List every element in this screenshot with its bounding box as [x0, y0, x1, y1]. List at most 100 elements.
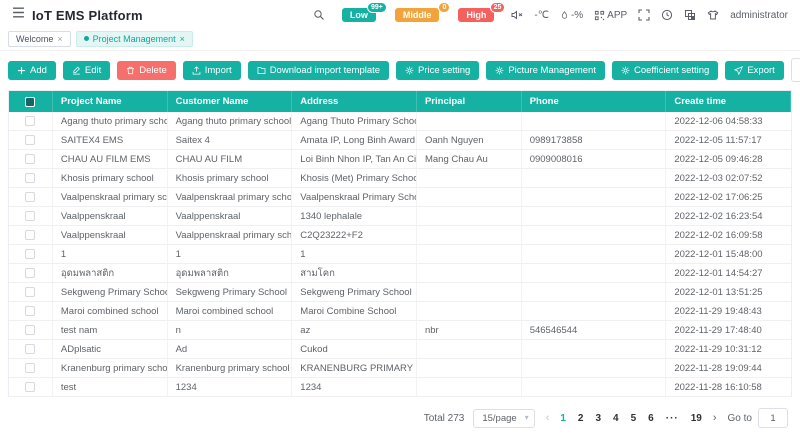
cell: 0909008016: [522, 150, 667, 168]
row-checkbox[interactable]: [25, 211, 35, 221]
user-menu[interactable]: administrator: [730, 10, 788, 21]
chevron-down-icon: ▾: [525, 413, 529, 422]
cell: 2022-12-02 17:06:25: [666, 188, 791, 206]
select-all-checkbox[interactable]: [25, 97, 35, 107]
table-row[interactable]: อุดมพลาสติกอุดมพลาสติกสามโคก2022-12-01 1…: [9, 264, 791, 283]
goto-page-input[interactable]: [758, 408, 788, 428]
page-number-1[interactable]: 1: [560, 413, 566, 424]
page-ellipsis: ···: [666, 413, 679, 424]
row-checkbox[interactable]: [25, 154, 35, 164]
clock-icon[interactable]: [661, 9, 673, 21]
close-icon[interactable]: ×: [180, 34, 185, 44]
cell: Mang Chau Au: [417, 150, 522, 168]
row-checkbox[interactable]: [25, 382, 35, 392]
fullscreen-icon[interactable]: [638, 9, 650, 21]
row-checkbox[interactable]: [25, 116, 35, 126]
prev-page-button[interactable]: ‹: [544, 412, 552, 424]
table-row[interactable]: SAITEX4 EMSSaitex 4Amata IP, Long Binh A…: [9, 131, 791, 150]
theme-shirt-icon[interactable]: [707, 9, 719, 21]
alarm-badge-low[interactable]: Low 99+: [342, 8, 376, 22]
cell: Vaalppenskraal primary school: [168, 226, 293, 244]
row-checkbox[interactable]: [25, 363, 35, 373]
delete-button[interactable]: Delete: [117, 61, 175, 80]
table-row[interactable]: Vaalpenskraal primary schoolVaalpenskraa…: [9, 188, 791, 207]
table-row[interactable]: CHAU AU FILM EMSCHAU AU FILMLoi Binh Nho…: [9, 150, 791, 169]
cell: [417, 340, 522, 358]
close-icon[interactable]: ×: [57, 34, 62, 44]
table-row[interactable]: Agang thuto primary schoolAgang thuto pr…: [9, 112, 791, 131]
gear-icon: [621, 66, 630, 75]
edit-button[interactable]: Edit: [63, 61, 110, 80]
tab-welcome[interactable]: Welcome ×: [8, 31, 71, 47]
copy-docs-icon[interactable]: [684, 9, 696, 21]
cell: 1: [53, 245, 168, 263]
picture-management-button[interactable]: Picture Management: [486, 61, 605, 80]
temperature-indicator[interactable]: -℃: [534, 10, 549, 21]
search-box: [791, 58, 800, 82]
row-checkbox[interactable]: [25, 306, 35, 316]
row-checkbox[interactable]: [25, 173, 35, 183]
price-setting-button[interactable]: Price setting: [396, 61, 479, 80]
table-row[interactable]: Khosis primary schoolKhosis primary scho…: [9, 169, 791, 188]
row-checkbox[interactable]: [25, 192, 35, 202]
cell: 1340 lephalale: [292, 207, 417, 225]
page-number-19[interactable]: 19: [691, 413, 702, 424]
page-number-3[interactable]: 3: [595, 413, 601, 424]
table-header-row: Project NameCustomer NameAddressPrincipa…: [9, 91, 791, 112]
alarm-badge-middle[interactable]: Middle 0: [395, 8, 440, 22]
page-number-6[interactable]: 6: [648, 413, 654, 424]
row-checkbox[interactable]: [25, 344, 35, 354]
table-row[interactable]: VaalppenskraalVaalppenskraal1340 lephala…: [9, 207, 791, 226]
cell: สามโคก: [292, 264, 417, 282]
tags-view-bar: Welcome × Project Management ×: [0, 30, 800, 51]
row-checkbox[interactable]: [25, 230, 35, 240]
cell: [417, 207, 522, 225]
cell: 2022-12-06 04:58:33: [666, 112, 791, 130]
cell: n: [168, 321, 293, 339]
row-checkbox[interactable]: [25, 287, 35, 297]
pagination-pages: 1 23 4 56 ··· 19: [560, 413, 702, 424]
cell: az: [292, 321, 417, 339]
table-row[interactable]: VaalppenskraalVaalppenskraal primary sch…: [9, 226, 791, 245]
search-icon[interactable]: [313, 9, 325, 21]
table-row[interactable]: Maroi combined schoolMaroi combined scho…: [9, 302, 791, 321]
app-qr-button[interactable]: APP: [594, 10, 627, 21]
cell: Agang thuto primary school: [168, 112, 293, 130]
page-number-2[interactable]: 2: [578, 413, 584, 424]
import-button[interactable]: Import: [183, 61, 241, 80]
add-button[interactable]: Add: [8, 61, 56, 80]
humidity-indicator[interactable]: -%: [560, 10, 583, 21]
page-size-select[interactable]: 15/page ▾: [473, 409, 534, 428]
gear-icon: [495, 66, 504, 75]
table-row[interactable]: Kranenburg primary schoolKranenburg prim…: [9, 359, 791, 378]
page-number-5[interactable]: 5: [631, 413, 637, 424]
mute-icon[interactable]: [511, 9, 523, 21]
search-input[interactable]: [792, 65, 800, 76]
table-row[interactable]: Sekgweng Primary SchoolSekgweng Primary …: [9, 283, 791, 302]
table-row[interactable]: ADplsaticAdCukod2022-11-29 10:31:12: [9, 340, 791, 359]
row-checkbox[interactable]: [25, 268, 35, 278]
cell: 2022-11-28 19:09:44: [666, 359, 791, 377]
column-header-project-name: Project Name: [53, 91, 168, 112]
cell: [522, 264, 667, 282]
download-import-template-button[interactable]: Download import template: [248, 61, 389, 80]
row-checkbox[interactable]: [25, 249, 35, 259]
export-button[interactable]: Export: [725, 61, 783, 80]
cell: [417, 226, 522, 244]
table-row[interactable]: test123412342022-11-28 16:10:58: [9, 378, 791, 397]
page-number-4[interactable]: 4: [613, 413, 619, 424]
next-page-button[interactable]: ›: [711, 412, 719, 424]
cell: [522, 359, 667, 377]
row-checkbox[interactable]: [25, 325, 35, 335]
tab-project-management[interactable]: Project Management ×: [76, 31, 193, 47]
goto-label: Go to: [728, 413, 752, 424]
column-header-principal: Principal: [417, 91, 522, 112]
alarm-badge-high[interactable]: High 25: [458, 8, 494, 22]
menu-collapse-icon[interactable]: [12, 6, 25, 24]
table-row[interactable]: test namnaznbr5465465442022-11-29 17:48:…: [9, 321, 791, 340]
table-row[interactable]: 1112022-12-01 15:48:00: [9, 245, 791, 264]
cell: test nam: [53, 321, 168, 339]
coefficient-setting-button[interactable]: Coefficient setting: [612, 61, 718, 80]
row-checkbox[interactable]: [25, 135, 35, 145]
cell: [522, 207, 667, 225]
